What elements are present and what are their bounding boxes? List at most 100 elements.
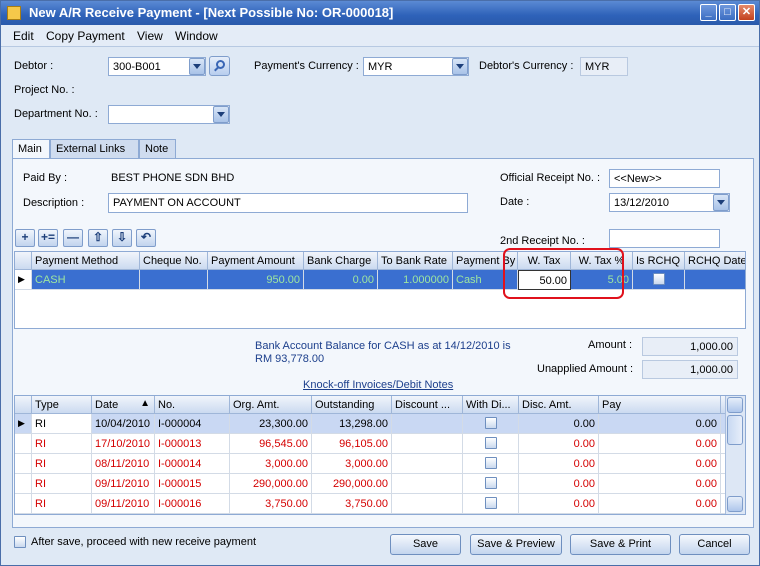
with-discount-checkbox[interactable]	[485, 497, 497, 509]
col-outstanding[interactable]: Outstanding	[312, 396, 392, 414]
disc_amt-cell[interactable]: 0.00	[519, 454, 599, 474]
with-discount-checkbox[interactable]	[485, 457, 497, 469]
save-preview-button[interactable]: Save & Preview	[470, 534, 562, 555]
col-cheque-no[interactable]: Cheque No.	[140, 252, 208, 270]
debtor-search-button[interactable]	[209, 56, 230, 76]
col-is-rchq[interactable]: Is RCHQ	[633, 252, 685, 270]
pay-cell[interactable]: 0.00	[599, 414, 721, 434]
tab-main[interactable]: Main	[12, 139, 50, 160]
payment-row[interactable]: ▶ CASH 950.00 0.00 1.000000 Cash 50.00 5…	[15, 270, 745, 290]
payment-currency-dropdown-button[interactable]	[452, 58, 468, 75]
is-rchq-checkbox[interactable]	[653, 273, 665, 285]
pay-cell[interactable]: 0.00	[599, 434, 721, 454]
org-cell[interactable]: 290,000.00	[230, 474, 312, 494]
debtor-dropdown-button[interactable]	[189, 58, 205, 75]
disc_amt-cell[interactable]: 0.00	[519, 474, 599, 494]
menu-edit[interactable]: Edit	[13, 29, 34, 43]
with-discount-cell[interactable]	[463, 414, 519, 434]
org-cell[interactable]: 23,300.00	[230, 414, 312, 434]
date-dropdown-button[interactable]	[713, 194, 729, 211]
disc_amt-cell[interactable]: 0.00	[519, 434, 599, 454]
title-bar[interactable]: New A/R Receive Payment - [Next Possible…	[1, 1, 759, 25]
cheque-no-cell[interactable]	[140, 270, 208, 290]
col-disc-amt[interactable]: Disc. Amt.	[519, 396, 599, 414]
discount-cell[interactable]	[392, 414, 463, 434]
col-payment-amount[interactable]: Payment Amount	[208, 252, 304, 270]
maximize-button[interactable]: □	[719, 4, 736, 21]
date-cell[interactable]: 09/11/2010	[92, 494, 155, 514]
outstanding-cell[interactable]: 13,298.00	[312, 414, 392, 434]
outstanding-cell[interactable]: 3,750.00	[312, 494, 392, 514]
add-row-button[interactable]: +	[15, 229, 35, 247]
knockoff-title[interactable]: Knock-off Invoices/Debit Notes	[303, 379, 453, 391]
save-button[interactable]: Save	[390, 534, 461, 555]
type-cell[interactable]: RI	[32, 474, 92, 494]
knockoff-row[interactable]: RI 09/11/2010 I-000015 290,000.00 290,000.00…	[15, 474, 745, 494]
col-bank-charge[interactable]: Bank Charge	[304, 252, 378, 270]
type-cell[interactable]: RI	[32, 494, 92, 514]
pay-cell[interactable]: 0.00	[599, 494, 721, 514]
after-save-checkbox[interactable]	[14, 536, 26, 548]
with-discount-checkbox[interactable]	[485, 417, 497, 429]
is-rchq-cell[interactable]	[633, 270, 685, 290]
no-cell[interactable]: I-000014	[155, 454, 230, 474]
knockoff-scrollbar[interactable]	[725, 396, 745, 514]
date-cell[interactable]: 08/11/2010	[92, 454, 155, 474]
payment-method-cell[interactable]: CASH	[32, 270, 140, 290]
discount-cell[interactable]	[392, 474, 463, 494]
knockoff-row[interactable]: RI 09/11/2010 I-000016 3,750.00 3,750.00 0.00…	[15, 494, 745, 514]
no-cell[interactable]: I-000015	[155, 474, 230, 494]
knockoff-row[interactable]: RI 08/11/2010 I-000014 3,000.00 3,000.00 0.00…	[15, 454, 745, 474]
description-field[interactable]: PAYMENT ON ACCOUNT	[108, 193, 468, 213]
type-cell[interactable]: RI	[32, 414, 92, 434]
no-cell[interactable]: I-000004	[155, 414, 230, 434]
org-cell[interactable]: 3,000.00	[230, 454, 312, 474]
undo-button[interactable]: ↶	[136, 229, 156, 247]
col-with-discount[interactable]: With Di...	[463, 396, 519, 414]
col-date[interactable]: Date ▲	[92, 396, 155, 414]
scroll-up-button[interactable]	[727, 397, 743, 413]
with-discount-cell[interactable]	[463, 474, 519, 494]
scroll-thumb[interactable]	[727, 415, 743, 445]
menu-window[interactable]: Window	[175, 29, 218, 43]
to-bank-rate-cell[interactable]: 1.000000	[378, 270, 453, 290]
knockoff-row[interactable]: ▶ RI 10/04/2010 I-000004 23,300.00 13,298.00 0…	[15, 414, 745, 434]
discount-cell[interactable]	[392, 494, 463, 514]
knockoff-row[interactable]: RI 17/10/2010 I-000013 96,545.00 96,105.00 0.…	[15, 434, 745, 454]
with-discount-cell[interactable]	[463, 454, 519, 474]
col-org-amt[interactable]: Org. Amt.	[230, 396, 312, 414]
col-pay[interactable]: Pay	[599, 396, 721, 414]
move-up-button[interactable]: ⇧	[88, 229, 108, 247]
disc_amt-cell[interactable]: 0.00	[519, 414, 599, 434]
disc_amt-cell[interactable]: 0.00	[519, 494, 599, 514]
type-cell[interactable]: RI	[32, 434, 92, 454]
move-down-button[interactable]: ⇩	[112, 229, 132, 247]
outstanding-cell[interactable]: 290,000.00	[312, 474, 392, 494]
menu-copy-payment[interactable]: Copy Payment	[46, 29, 125, 43]
scroll-down-button[interactable]	[727, 496, 743, 512]
department-field[interactable]	[108, 105, 230, 124]
col-payment-method[interactable]: Payment Method	[32, 252, 140, 270]
org-cell[interactable]: 3,750.00	[230, 494, 312, 514]
col-no[interactable]: No.	[155, 396, 230, 414]
official-receipt-field[interactable]: <<New>>	[609, 169, 720, 188]
payment-amount-cell[interactable]: 950.00	[208, 270, 304, 290]
with-discount-checkbox[interactable]	[485, 437, 497, 449]
pay-cell[interactable]: 0.00	[599, 454, 721, 474]
with-discount-cell[interactable]	[463, 494, 519, 514]
no-cell[interactable]: I-000016	[155, 494, 230, 514]
org-cell[interactable]: 96,545.00	[230, 434, 312, 454]
with-discount-cell[interactable]	[463, 434, 519, 454]
date-field[interactable]: 13/12/2010	[609, 193, 730, 212]
no-cell[interactable]: I-000013	[155, 434, 230, 454]
discount-cell[interactable]	[392, 454, 463, 474]
tab-note[interactable]: Note	[139, 139, 176, 159]
department-dropdown-button[interactable]	[213, 106, 229, 123]
outstanding-cell[interactable]: 96,105.00	[312, 434, 392, 454]
delete-row-button[interactable]: —	[63, 229, 83, 247]
outstanding-cell[interactable]: 3,000.00	[312, 454, 392, 474]
col-type[interactable]: Type	[32, 396, 92, 414]
menu-view[interactable]: View	[137, 29, 163, 43]
tab-external-links[interactable]: External Links	[50, 139, 139, 159]
second-receipt-field[interactable]	[609, 229, 720, 248]
